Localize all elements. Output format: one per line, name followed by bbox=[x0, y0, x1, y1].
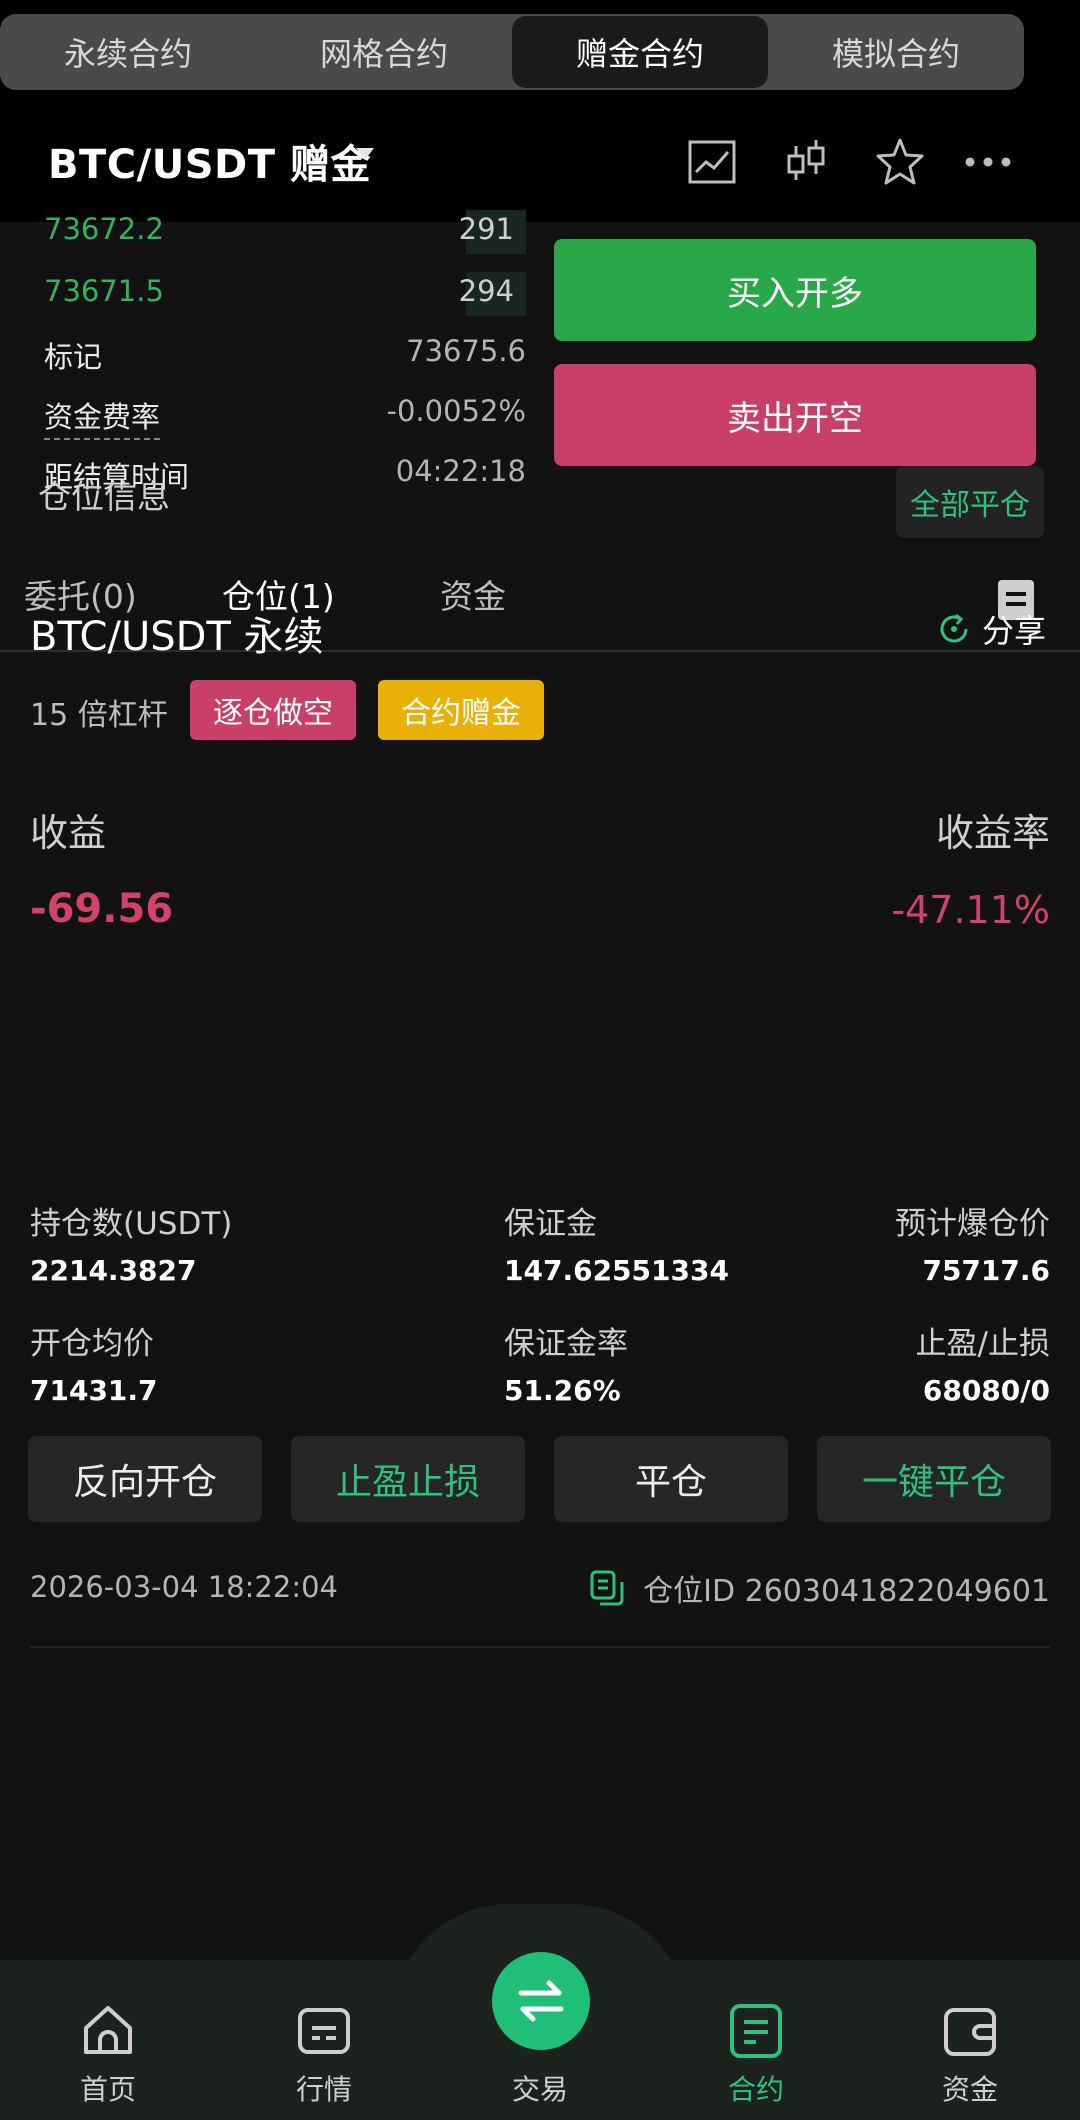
nav-trade-label[interactable]: 交易 bbox=[480, 2068, 600, 2108]
leverage-text: 15 倍杠杆 bbox=[30, 698, 168, 733]
tp-sl-button[interactable]: 止盈止损 bbox=[291, 1436, 525, 1522]
funding-value: -0.0052% bbox=[386, 394, 527, 428]
liq-label: 预计爆仓价 bbox=[895, 1206, 1050, 1242]
nav-home[interactable]: 首页 bbox=[48, 2000, 168, 2108]
share-icon bbox=[940, 613, 968, 643]
roe-label: 收益率 bbox=[935, 811, 1050, 855]
seg-bonus[interactable]: 赠金合约 bbox=[512, 16, 768, 88]
margin-rate-label: 保证金率 bbox=[504, 1326, 628, 1362]
entry-value: 71431.7 bbox=[30, 1374, 158, 1407]
market-icon bbox=[298, 2008, 350, 2054]
reverse-position-button[interactable]: 反向开仓 bbox=[28, 1436, 262, 1522]
nav-contract[interactable]: 合约 bbox=[696, 2000, 816, 2108]
margin-value: 147.62551334 bbox=[504, 1254, 729, 1287]
divider bbox=[30, 1646, 1050, 1648]
tpsl-value: 68080/0 bbox=[922, 1374, 1050, 1407]
pnl-label: 收益 bbox=[30, 811, 107, 855]
home-icon bbox=[84, 2006, 132, 2054]
orderbook-row[interactable]: 73671.5 294 bbox=[44, 272, 526, 316]
close-all-button[interactable]: 全部平仓 bbox=[896, 466, 1044, 538]
nav-contract-label: 合约 bbox=[727, 2073, 784, 2106]
position-symbol[interactable]: BTC/USDT 永续 bbox=[30, 604, 324, 662]
order-price: 73671.5 bbox=[44, 274, 164, 308]
mark-value: 73675.6 bbox=[406, 334, 526, 368]
sell-short-button[interactable]: 卖出开空 bbox=[554, 364, 1036, 466]
order-price: 73672.2 bbox=[44, 212, 164, 246]
tpsl-label: 止盈/止损 bbox=[915, 1326, 1050, 1362]
position-info-title: 仓位信息 bbox=[38, 477, 170, 516]
swap-icon bbox=[518, 1980, 564, 2022]
funding-label[interactable]: 资金费率 bbox=[44, 394, 161, 440]
nav-trade[interactable] bbox=[492, 1952, 590, 2050]
margin-rate-value: 51.26% bbox=[504, 1374, 621, 1407]
seg-perpetual[interactable]: 永续合约 bbox=[0, 14, 256, 90]
size-label: 持仓数(USDT) bbox=[30, 1206, 233, 1242]
copy-icon[interactable] bbox=[589, 1569, 625, 1607]
pnl-value: -69.56 bbox=[30, 886, 174, 932]
nav-market[interactable]: 行情 bbox=[264, 2000, 384, 2108]
nav-home-label: 首页 bbox=[79, 2073, 136, 2106]
margin-label: 保证金 bbox=[504, 1206, 597, 1242]
side-badge: 逐仓做空 bbox=[190, 680, 356, 740]
orderbook-row[interactable]: 73672.2 291 bbox=[44, 210, 526, 254]
share-label: 分享 bbox=[982, 612, 1047, 650]
nav-market-label: 行情 bbox=[295, 2073, 352, 2106]
share-button[interactable]: 分享 bbox=[936, 606, 1046, 652]
chart-icon[interactable] bbox=[686, 136, 738, 188]
nav-assets[interactable]: 资金 bbox=[910, 2000, 1030, 2108]
caret-down-icon[interactable] bbox=[356, 148, 374, 160]
star-icon[interactable] bbox=[874, 136, 926, 188]
position-id: 仓位ID 2603041822049601 bbox=[589, 1566, 1050, 1610]
order-qty: 291 bbox=[458, 212, 514, 246]
entry-label: 开仓均价 bbox=[30, 1326, 154, 1362]
contract-type-selector: 永续合约 网格合约 赠金合约 模拟合约 bbox=[0, 14, 1024, 90]
liq-value: 75717.6 bbox=[922, 1254, 1050, 1287]
one-click-close-button[interactable]: 一键平仓 bbox=[817, 1436, 1051, 1522]
close-position-button[interactable]: 平仓 bbox=[554, 1436, 788, 1522]
header-area: 永续合约 网格合约 赠金合约 模拟合约 BTC/USDT 赠金 bbox=[0, 0, 1080, 222]
size-value: 2214.3827 bbox=[30, 1254, 197, 1287]
settlement-value: 04:22:18 bbox=[395, 454, 526, 488]
contract-icon bbox=[730, 2004, 782, 2058]
nav-assets-label: 资金 bbox=[941, 2073, 998, 2106]
roe-value: -47.11% bbox=[891, 888, 1050, 932]
bonus-badge: 合约赠金 bbox=[378, 680, 544, 740]
seg-demo[interactable]: 模拟合约 bbox=[768, 14, 1024, 90]
wallet-icon bbox=[944, 2008, 996, 2056]
candlestick-icon[interactable] bbox=[780, 136, 832, 188]
pair-selector[interactable]: BTC/USDT 赠金 bbox=[48, 132, 371, 190]
pair-bar: BTC/USDT 赠金 bbox=[0, 122, 1080, 202]
order-qty: 294 bbox=[458, 274, 514, 308]
mark-label: 标记 bbox=[44, 340, 103, 374]
seg-grid[interactable]: 网格合约 bbox=[256, 14, 512, 90]
tab-assets[interactable]: 资金 bbox=[440, 570, 506, 618]
more-icon[interactable] bbox=[962, 136, 1014, 188]
position-timestamp: 2026-03-04 18:22:04 bbox=[30, 1570, 338, 1604]
buy-long-button[interactable]: 买入开多 bbox=[554, 239, 1036, 341]
position-id-text: 仓位ID 2603041822049601 bbox=[643, 1574, 1050, 1609]
